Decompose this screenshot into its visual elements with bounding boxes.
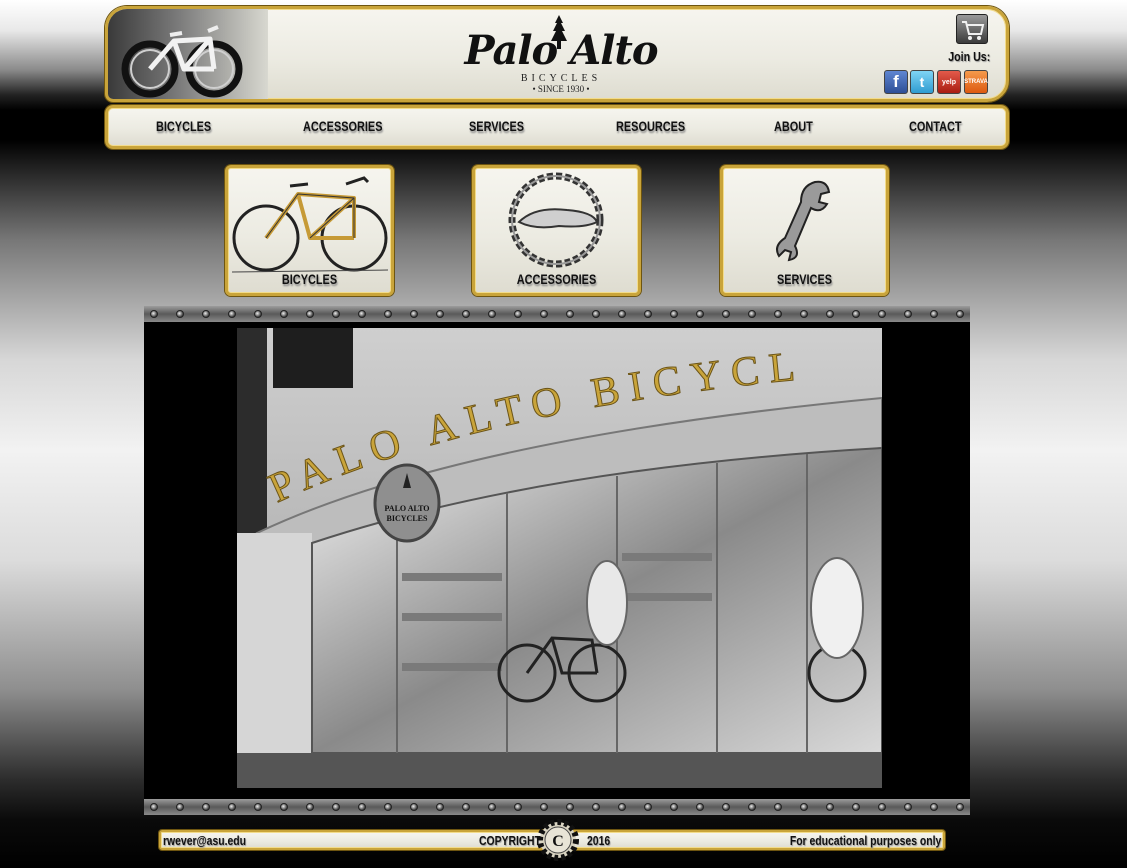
copyright-letter: C bbox=[552, 833, 564, 850]
brand-subtitle: BICYCLES bbox=[520, 73, 602, 84]
nav-about[interactable]: ABOUT bbox=[774, 118, 813, 134]
tile-bicycles[interactable]: BICYCLES bbox=[225, 165, 394, 296]
photo-frame: PALO ALTO BICYCLES PALO ALTO BICYCLES bbox=[144, 322, 970, 800]
join-us-label: Join Us: bbox=[947, 49, 990, 64]
brand-logo[interactable]: Palo Alto BICYCLES • SINCE 1930 • bbox=[456, 15, 666, 97]
facebook-icon[interactable]: f bbox=[884, 70, 908, 94]
footer-copyright: COPYRIGHT bbox=[479, 833, 541, 848]
bicycle-icon bbox=[231, 176, 389, 273]
wrench-icon bbox=[776, 180, 831, 262]
svg-text:PALO ALTO: PALO ALTO bbox=[385, 504, 430, 513]
copyright-gear-icon: C bbox=[537, 817, 579, 863]
nav-services[interactable]: SERVICES bbox=[469, 118, 524, 134]
film-strip-bottom bbox=[144, 799, 970, 815]
footer-email[interactable]: rwever@asu.edu bbox=[163, 833, 246, 848]
twitter-icon[interactable]: t bbox=[910, 70, 934, 94]
tile-services[interactable]: SERVICES bbox=[720, 165, 889, 296]
nav-resources[interactable]: RESOURCES bbox=[616, 118, 685, 134]
footer-year: 2016 bbox=[587, 833, 611, 848]
tile-label: ACCESSORIES bbox=[516, 271, 597, 287]
footer-note: For educational purposes only bbox=[789, 833, 941, 848]
tile-accessories[interactable]: ACCESSORIES bbox=[472, 165, 641, 296]
nav-bicycles[interactable]: BICYCLES bbox=[156, 118, 211, 134]
saddle-chain-icon bbox=[508, 172, 604, 268]
cart-icon bbox=[962, 21, 985, 40]
header-bike-image bbox=[108, 9, 268, 99]
redwood-tree-icon bbox=[551, 15, 567, 49]
strava-icon[interactable]: STRAVA bbox=[964, 70, 988, 94]
nav-accessories[interactable]: ACCESSORIES bbox=[303, 118, 382, 134]
svg-text:BICYCLES: BICYCLES bbox=[387, 514, 428, 523]
tile-label: SERVICES bbox=[776, 271, 833, 287]
store-photo: PALO ALTO BICYCLES PALO ALTO BICYCLES bbox=[237, 328, 882, 788]
film-strip-top bbox=[144, 306, 970, 322]
nav-contact[interactable]: CONTACT bbox=[909, 118, 962, 134]
yelp-icon[interactable]: yelp bbox=[937, 70, 961, 94]
brand-since: • SINCE 1930 • bbox=[532, 84, 590, 94]
main-nav: BICYCLES ACCESSORIES SERVICES RESOURCES … bbox=[105, 105, 1009, 149]
site-header: Palo Alto BICYCLES • SINCE 1930 • Join U… bbox=[105, 6, 1009, 102]
shopping-cart-button[interactable] bbox=[956, 14, 988, 44]
tile-label: BICYCLES bbox=[281, 271, 338, 287]
